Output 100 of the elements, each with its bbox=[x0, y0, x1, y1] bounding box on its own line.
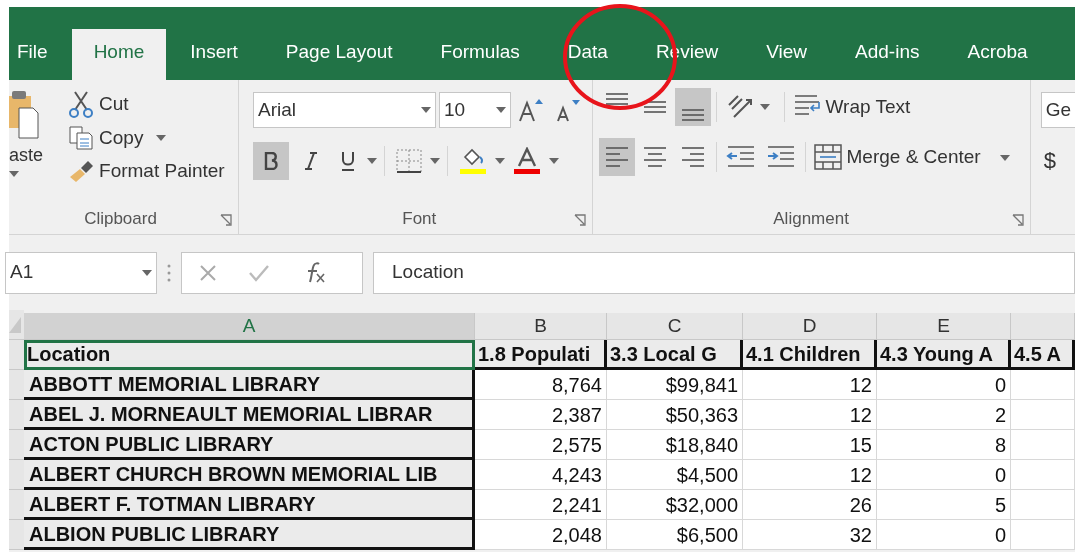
group-label: Font bbox=[402, 208, 437, 230]
center-align-icon bbox=[643, 147, 666, 167]
cut-button[interactable]: Cut bbox=[65, 88, 228, 121]
scissors-icon bbox=[68, 90, 95, 119]
dialog-launcher-icon bbox=[1011, 214, 1024, 226]
font-color-icon bbox=[513, 147, 541, 175]
middle-align-icon bbox=[643, 101, 666, 113]
caret-icon bbox=[430, 158, 440, 164]
number-format-field[interactable]: Ge bbox=[1040, 92, 1075, 128]
table-cell: ACTON PUBLIC LIBRARY bbox=[24, 430, 475, 460]
ribbon-tab[interactable]: Add-ins bbox=[831, 29, 944, 80]
paintbrush-icon bbox=[68, 159, 95, 184]
copy-icon bbox=[68, 124, 95, 151]
table-cell: 32 bbox=[743, 520, 877, 550]
caret-icon bbox=[496, 107, 506, 113]
italic-icon bbox=[304, 152, 318, 170]
table-cell: 2,575 bbox=[475, 430, 607, 460]
ribbon-tab[interactable]: Data bbox=[543, 29, 632, 80]
table-cell: 0 bbox=[877, 520, 1011, 550]
underline-icon bbox=[341, 151, 355, 171]
table-cell: 0 bbox=[877, 370, 1011, 400]
table-cell: $6,500 bbox=[607, 520, 743, 550]
table-cell: $50,363 bbox=[607, 400, 743, 430]
table-cell: 4,243 bbox=[475, 460, 607, 490]
right-align-icon bbox=[681, 147, 704, 167]
header-cell: 4.5 A bbox=[1011, 340, 1075, 370]
bold-button[interactable] bbox=[253, 142, 289, 180]
paint-bucket-icon bbox=[459, 147, 487, 175]
ribbon-tab[interactable]: Formulas bbox=[416, 29, 544, 80]
table-cell: ALBION PUBLIC LIBRARY bbox=[24, 520, 475, 550]
table-cell: 12 bbox=[743, 400, 877, 430]
cancel-icon bbox=[198, 262, 218, 283]
top-align-icon bbox=[605, 93, 628, 105]
bold-icon bbox=[264, 152, 278, 170]
formula-field[interactable]: Location bbox=[373, 251, 1075, 294]
font-size-field[interactable]: 10 bbox=[439, 92, 511, 128]
table-cell: 5 bbox=[877, 490, 1011, 520]
indent-icon bbox=[765, 145, 796, 169]
table-cell: $4,500 bbox=[607, 460, 743, 490]
dialog-launcher-icon bbox=[573, 214, 586, 226]
bottom-align-icon bbox=[681, 109, 704, 121]
table-cell: ALBERT F. TOTMAN LIBRARY bbox=[24, 490, 475, 520]
ribbon-tab[interactable]: View bbox=[742, 29, 832, 80]
group-label: Clipboard bbox=[84, 208, 157, 230]
table-cell: 2,387 bbox=[475, 400, 607, 430]
table-cell: 12 bbox=[743, 370, 877, 400]
table-cell: 8,764 bbox=[475, 370, 607, 400]
table-cell: ABEL J. MORNEAULT MEMORIAL LIBRAR bbox=[24, 400, 475, 430]
ribbon-tab[interactable]: Insert bbox=[166, 29, 262, 80]
copy-button[interactable]: Copy bbox=[65, 121, 228, 154]
caret-icon bbox=[549, 158, 559, 164]
column-header[interactable]: B bbox=[475, 313, 607, 340]
table-cell: 2 bbox=[877, 400, 1011, 430]
currency-button[interactable]: $ bbox=[1040, 144, 1075, 177]
merge-cells-icon bbox=[813, 143, 842, 171]
ribbon-tab[interactable]: Page Layout bbox=[261, 29, 417, 80]
horizontal-align-button[interactable] bbox=[598, 138, 635, 176]
column-header[interactable]: C bbox=[607, 313, 743, 340]
border-grid-icon bbox=[396, 149, 422, 173]
group-label: Alignment bbox=[773, 208, 849, 230]
table-cell: $99,841 bbox=[607, 370, 743, 400]
font-name-field[interactable]: Arial bbox=[253, 92, 436, 128]
caret-icon bbox=[156, 135, 167, 142]
caret-icon bbox=[999, 154, 1010, 161]
ribbon-tab[interactable]: File bbox=[9, 29, 72, 80]
header-cell: 4.3 Young A bbox=[877, 340, 1011, 370]
column-header[interactable]: E bbox=[877, 313, 1011, 340]
name-box[interactable]: A1 bbox=[5, 251, 157, 294]
vertical-align-button[interactable] bbox=[674, 88, 711, 126]
ribbon-tab[interactable]: Home bbox=[71, 29, 167, 80]
table-cell: 2,048 bbox=[475, 520, 607, 550]
table-cell: 8 bbox=[877, 430, 1011, 460]
header-cell: Location bbox=[24, 340, 475, 370]
dialog-launcher-icon bbox=[220, 214, 232, 226]
wrap-text-button[interactable]: Wrap Text bbox=[789, 90, 914, 124]
header-cell: 3.3 Local G bbox=[607, 340, 743, 370]
caret-icon bbox=[9, 171, 19, 177]
caret-icon bbox=[495, 158, 505, 164]
table-cell: ABBOTT MEMORIAL LIBRARY bbox=[24, 370, 475, 400]
clipboard-icon bbox=[9, 88, 39, 140]
table-cell: 2,241 bbox=[475, 490, 607, 520]
grip-dots-icon bbox=[167, 262, 171, 283]
format-painter-button[interactable]: Format Painter bbox=[65, 155, 228, 188]
paste-button[interactable]: aste bbox=[9, 88, 44, 206]
column-header[interactable]: A bbox=[24, 313, 475, 340]
table-cell: $18,840 bbox=[607, 430, 743, 460]
table-cell: $32,000 bbox=[607, 490, 743, 520]
left-align-icon bbox=[605, 147, 628, 167]
column-header[interactable]: D bbox=[743, 313, 877, 340]
table-cell: 15 bbox=[743, 430, 877, 460]
table-cell: 26 bbox=[743, 490, 877, 520]
merge-center-button[interactable]: Merge & Center bbox=[810, 140, 1013, 174]
header-cell: 4.1 Children bbox=[743, 340, 877, 370]
outdent-icon bbox=[725, 145, 756, 169]
table-cell: ALBERT CHURCH BROWN MEMORIAL LIB bbox=[24, 460, 475, 490]
caret-icon bbox=[142, 269, 152, 276]
ribbon-tab[interactable]: Acroba bbox=[943, 29, 1052, 80]
table-cell: 0 bbox=[877, 460, 1011, 490]
caret-icon bbox=[421, 107, 431, 113]
caret-icon bbox=[367, 158, 377, 164]
